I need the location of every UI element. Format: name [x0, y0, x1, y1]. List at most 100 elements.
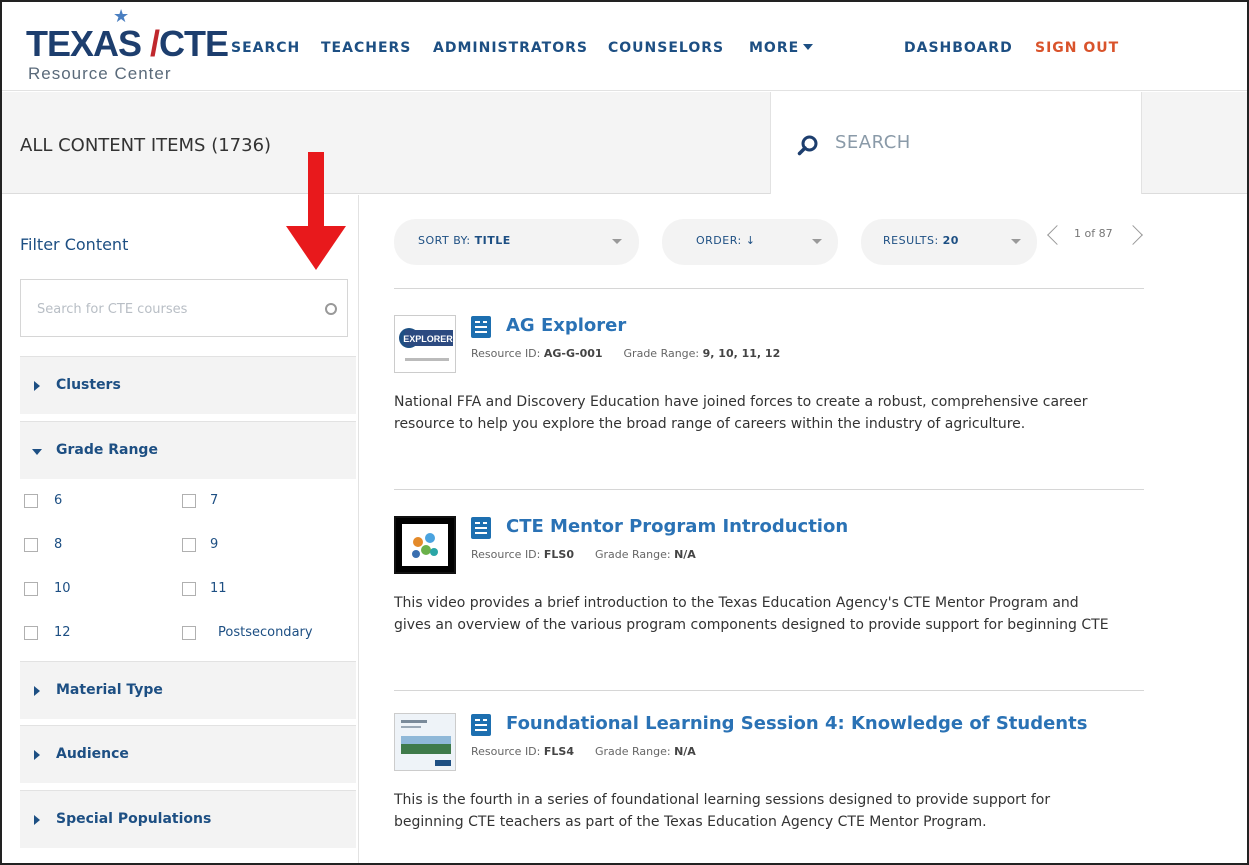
sort-by-select[interactable]: SORT BY: TITLE [394, 219, 639, 265]
texas-cte-logo[interactable]: ★ TEXAS /CTE Resource Center [26, 8, 229, 87]
accordion-clusters[interactable]: Clusters [20, 356, 356, 414]
accordion-material-type[interactable]: Material Type [20, 661, 356, 719]
checkbox[interactable] [24, 626, 38, 640]
grade-label: 11 [210, 581, 227, 596]
accordion-special-populations[interactable]: Special Populations [20, 790, 356, 848]
grade-option-7[interactable]: 7 [182, 493, 332, 514]
nav-counselors[interactable]: COUNSELORS [608, 40, 724, 56]
accordion-special-populations-label: Special Populations [56, 811, 212, 827]
grade-label: 9 [210, 537, 219, 552]
grade-option-8[interactable]: 8 [24, 537, 174, 558]
grade-option-6[interactable]: 6 [24, 493, 174, 514]
item-thumbnail[interactable] [394, 713, 456, 771]
grade-range-value: 9, 10, 11, 12 [702, 347, 781, 360]
grade-option-12[interactable]: 12 [24, 625, 174, 646]
resource-id-label: Resource ID: [471, 745, 541, 758]
next-page-icon[interactable] [1123, 225, 1143, 245]
filter-title: Filter Content [20, 235, 129, 254]
item-meta: Resource ID: FLS4 Grade Range: N/A [471, 745, 696, 758]
item-thumbnail[interactable] [394, 516, 456, 574]
caret-down-icon [803, 44, 814, 50]
order-select[interactable]: ORDER: ↓ [662, 219, 838, 265]
ag-explorer-thumbnail-image: EXPLORER [395, 316, 455, 372]
grade-label: Postsecondary [218, 625, 313, 640]
logo-slash-icon: / [141, 23, 160, 64]
filter-search-input[interactable] [37, 298, 307, 320]
grade-option-11[interactable]: 11 [182, 581, 332, 602]
grade-option-9[interactable]: 9 [182, 537, 332, 558]
caret-down-icon [32, 449, 42, 455]
foundational-learning-thumbnail-image [395, 714, 455, 770]
checkbox[interactable] [182, 494, 196, 508]
filter-search-box [20, 279, 348, 337]
page-frame: ★ TEXAS /CTE Resource Center SEARCH TEAC… [0, 0, 1249, 865]
checkbox[interactable] [24, 582, 38, 596]
caret-right-icon [34, 381, 40, 391]
results-text: RESULTS: 20 [883, 234, 959, 247]
nav-teachers[interactable]: TEACHERS [321, 40, 411, 56]
content-item: CTE Mentor Program Introduction Resource… [394, 516, 1144, 706]
grade-range-value: N/A [674, 548, 696, 561]
grade-label: 10 [54, 581, 71, 596]
document-icon [471, 517, 491, 539]
checkbox[interactable] [24, 538, 38, 552]
checkbox[interactable] [182, 626, 196, 640]
mentor-program-thumbnail-image [396, 518, 454, 572]
grade-label: 6 [54, 493, 63, 508]
checkbox[interactable] [182, 538, 196, 552]
search-icon[interactable] [325, 303, 337, 315]
sort-by-value: TITLE [474, 234, 511, 247]
nav-administrators[interactable]: ADMINISTRATORS [433, 40, 588, 56]
red-arrow-annotation-icon [286, 152, 346, 270]
checkbox[interactable] [24, 494, 38, 508]
divider [394, 288, 1144, 289]
nav-sign-out[interactable]: SIGN OUT [1035, 40, 1119, 56]
grade-label: 12 [54, 625, 71, 640]
item-meta: Resource ID: AG-G-001 Grade Range: 9, 10… [471, 347, 780, 360]
accordion-grade-range[interactable]: Grade Range [20, 421, 356, 479]
item-description: This is the fourth in a series of founda… [394, 792, 1051, 830]
divider [394, 690, 1144, 691]
accordion-audience[interactable]: Audience [20, 725, 356, 783]
results-label: RESULTS: [883, 234, 939, 247]
item-title-link[interactable]: Foundational Learning Session 4: Knowled… [506, 713, 1087, 734]
logo-brand-left: TEXAS [26, 23, 142, 64]
checkbox[interactable] [182, 582, 196, 596]
grade-range-label: Grade Range: [594, 548, 671, 561]
grade-label: 8 [54, 537, 63, 552]
grade-range-label: Grade Range: [594, 745, 671, 758]
nav-search[interactable]: SEARCH [231, 40, 300, 56]
item-meta: Resource ID: FLS0 Grade Range: N/A [471, 548, 696, 561]
order-label: ORDER: [696, 234, 742, 247]
grade-option-postsecondary[interactable]: Postsecondary [182, 625, 342, 646]
previous-page-icon[interactable] [1047, 225, 1067, 245]
page-title: ALL CONTENT ITEMS (1736) [20, 135, 272, 156]
item-thumbnail[interactable]: EXPLORER [394, 315, 456, 373]
accordion-material-type-label: Material Type [56, 682, 163, 698]
resource-id-value: FLS0 [543, 548, 574, 561]
search-icon [797, 135, 818, 156]
grade-range-label: Grade Range: [623, 347, 700, 360]
nav-more[interactable]: MORE [749, 40, 814, 56]
caret-right-icon [34, 686, 40, 696]
item-description: This video provides a brief introduction… [394, 595, 1109, 633]
resource-id-label: Resource ID: [471, 347, 541, 360]
thumbnail-text: EXPLORER [403, 334, 453, 344]
nav-dashboard[interactable]: DASHBOARD [904, 40, 1013, 56]
results-select[interactable]: RESULTS: 20 [861, 219, 1037, 265]
resource-id-value: FLS4 [543, 745, 574, 758]
item-title-link[interactable]: CTE Mentor Program Introduction [506, 516, 848, 537]
grade-option-10[interactable]: 10 [24, 581, 174, 602]
site-header: ★ TEXAS /CTE Resource Center SEARCH TEAC… [2, 2, 1247, 91]
order-value: ↓ [745, 234, 756, 247]
sort-by-text: SORT BY: TITLE [418, 234, 511, 247]
resource-id-value: AG-G-001 [543, 347, 603, 360]
sort-by-label: SORT BY: [418, 234, 471, 247]
logo-subtitle: Resource Center [28, 64, 172, 83]
global-search-button[interactable]: SEARCH [770, 92, 1142, 194]
accordion-grade-range-label: Grade Range [56, 442, 158, 458]
title-bar: ALL CONTENT ITEMS (1736) SEARCH [2, 92, 1247, 194]
filter-sidebar: Filter Content Clusters Grade Range 6 7 … [2, 195, 359, 863]
logo-brand-right: CTE [159, 23, 229, 64]
item-title-link[interactable]: AG Explorer [506, 315, 626, 336]
